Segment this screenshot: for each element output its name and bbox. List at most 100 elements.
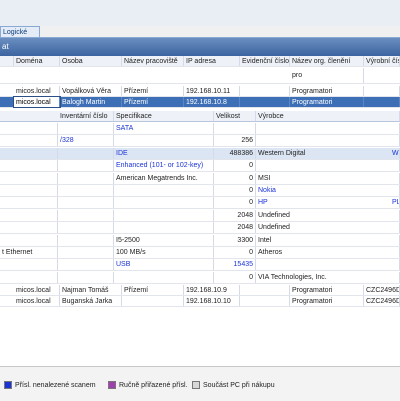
detail-row[interactable]: American Megatrends Inc. 0 MSI (0, 172, 400, 185)
table-row[interactable]: micos.local Najman Tomáš Přízemí 192.168… (0, 285, 400, 296)
cell: PL (392, 197, 400, 209)
cell (364, 97, 400, 107)
detail-row[interactable]: 2048 Undefined (0, 209, 400, 222)
cell (58, 209, 114, 221)
detail-row[interactable]: t Ethernet 100 MB/s 0 Atheros (0, 247, 400, 259)
cell (0, 147, 58, 159)
cell (0, 222, 58, 234)
cell: 0 (214, 247, 256, 258)
cell (58, 185, 114, 196)
cell: 192.168.10.10 (184, 296, 240, 306)
col-evidencni[interactable]: Evidenční číslo (240, 56, 290, 66)
col-domena[interactable]: Doména (14, 56, 60, 66)
detail-row[interactable]: Enhanced (101- or 102-key) 0 (0, 160, 400, 173)
col-specifikace[interactable]: Specifikace (114, 111, 214, 121)
cell (0, 209, 58, 221)
filter-row[interactable]: pro (0, 68, 400, 84)
detail-row[interactable]: 2048 Undefined (0, 222, 400, 235)
cell: Programatori (290, 97, 364, 107)
cell (58, 160, 114, 172)
square-icon (192, 381, 200, 390)
legend-item: Přísl. nenalezené scanem (4, 381, 96, 391)
cell (0, 259, 58, 271)
cell: /328 (58, 135, 114, 147)
legend-label: Součást PC při nákupu (203, 382, 275, 389)
cell (256, 259, 400, 271)
cell (114, 271, 214, 283)
data-grid: Doména Osoba Název pracoviště IP adresa … (0, 56, 400, 366)
col-vyrobni[interactable]: Výrobní čísl (364, 56, 400, 66)
legend-label: Přísl. nenalezené scanem (15, 382, 96, 389)
legend-label: Ručně přiřazené přísl. (119, 382, 188, 389)
cell (114, 185, 214, 196)
cell: micos.local (14, 86, 60, 96)
detail-row[interactable]: 0 HP PL (0, 197, 400, 210)
legend-bar: Přísl. nenalezené scanem Ručně přiřazené… (0, 366, 400, 401)
cell (0, 234, 58, 246)
detail-row[interactable]: USB 15435 (0, 259, 400, 272)
cell: micos.local (14, 285, 60, 295)
cell (0, 160, 58, 172)
cell: I5-2500 (114, 234, 214, 246)
detail-row[interactable]: SATA (0, 123, 400, 135)
table-row[interactable]: micos.local Buganská Jarka 192.168.10.10… (0, 296, 400, 307)
table-row-selected[interactable]: micos.local Balogh Martin Přízemí 192.16… (0, 96, 400, 108)
cell: Intel (256, 234, 400, 246)
cell (114, 197, 214, 209)
cell: t Ethernet (0, 247, 58, 258)
col-vyrobce[interactable]: Výrobce (256, 111, 400, 121)
col-velikost[interactable]: Velikost (214, 111, 256, 121)
cell: 15435 (214, 259, 256, 271)
cell: Programatori (290, 86, 364, 96)
col-osoba[interactable]: Osoba (60, 56, 122, 66)
cell (0, 185, 58, 196)
col-inventarni[interactable]: Inventární číslo (58, 111, 114, 121)
cell: Undefined (256, 209, 400, 221)
filter-org[interactable]: pro (290, 68, 364, 83)
cell: micos.local (13, 96, 61, 108)
detail-row[interactable]: 0 Nokia (0, 185, 400, 197)
cell (114, 209, 214, 221)
cell (58, 123, 114, 134)
cell: Enhanced (101- or 102-key) (114, 160, 214, 172)
table-row[interactable]: micos.local Vopálková Věra Přízemí 192.1… (0, 86, 400, 97)
detail-row[interactable]: /328 256 (0, 135, 400, 148)
cell: Vopálková Věra (60, 86, 122, 96)
detail-header: Inventární číslo Specifikace Velikost Vý… (0, 111, 400, 122)
cell (0, 172, 58, 184)
cell: Nokia (256, 185, 400, 196)
cell: WD (392, 147, 400, 159)
cell (114, 222, 214, 234)
col-ip[interactable]: IP adresa (184, 56, 240, 66)
cell: micos.local (14, 296, 60, 306)
detail-row[interactable]: 0 VIA Technologies, Inc. (0, 271, 400, 284)
cell: Atheros (256, 247, 400, 258)
cell (0, 135, 58, 147)
toolbar-area (0, 0, 400, 26)
cell: 0 (214, 172, 256, 184)
col-pracoviste[interactable]: Název pracoviště (122, 56, 184, 66)
group-header[interactable]: at (0, 38, 400, 56)
cell (122, 296, 184, 306)
cell (58, 234, 114, 246)
cell (364, 86, 400, 96)
cell: 0 (214, 160, 256, 172)
cell: Přízemí (122, 285, 184, 295)
cell: 192.168.10.11 (184, 86, 240, 96)
cell: American Megatrends Inc. (114, 172, 214, 184)
cell: VIA Technologies, Inc. (256, 271, 400, 283)
cell (58, 147, 114, 159)
cell: HP (256, 197, 400, 209)
detail-row[interactable]: I5-2500 3300 Intel (0, 234, 400, 247)
cell: IDE (114, 147, 214, 159)
col-org[interactable]: Název org. členění (290, 56, 364, 66)
cell: 192.168.10.9 (184, 285, 240, 295)
cell: CZC2496D3 (364, 285, 400, 295)
detail-row[interactable]: IDE488386Western DigitalWD (0, 147, 400, 160)
cell: Buganská Jarka (60, 296, 122, 306)
square-icon (108, 381, 116, 390)
cell (256, 135, 400, 147)
cell (58, 271, 114, 283)
cell (58, 259, 114, 271)
cell: 256 (214, 135, 256, 147)
